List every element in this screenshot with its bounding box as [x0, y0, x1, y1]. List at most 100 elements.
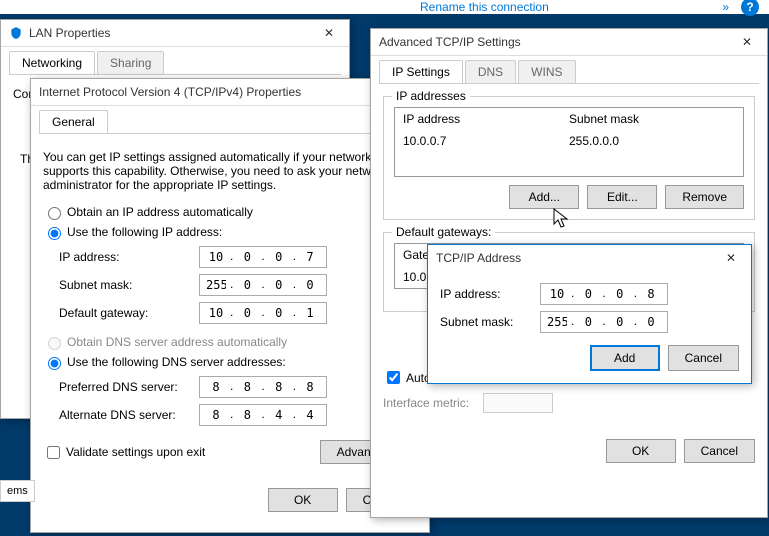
- ipv4-intro-text: You can get IP settings assigned automat…: [43, 150, 417, 192]
- gw-oct-3[interactable]: [267, 305, 291, 321]
- gateway-row: Default gateway: . . .: [59, 302, 417, 324]
- iface-metric-label: Interface metric:: [383, 396, 483, 410]
- subnet-row: Subnet mask: . . .: [59, 274, 417, 296]
- dlg-subnet-label: Subnet mask:: [440, 315, 540, 329]
- gateway-input[interactable]: . . .: [199, 302, 327, 324]
- tab-sharing[interactable]: Sharing: [97, 51, 164, 74]
- remove-button[interactable]: Remove: [665, 185, 744, 209]
- ad-oct-2[interactable]: [235, 407, 259, 423]
- alt-dns-input[interactable]: . . .: [199, 404, 327, 426]
- dlg-subnet-row: Subnet mask: . . .: [440, 311, 739, 333]
- radio-obtain-ip[interactable]: Obtain an IP address automatically: [43, 204, 417, 220]
- validate-checkbox[interactable]: [47, 446, 60, 459]
- dlg-title: TCP/IP Address: [436, 251, 719, 265]
- dlg-content: IP address: . . . Subnet mask: . . . Add…: [428, 271, 751, 377]
- ip-btn-row: Add... Edit... Remove: [394, 177, 744, 209]
- validate-label: Validate settings upon exit: [66, 445, 205, 459]
- row-ip: 10.0.0.7: [403, 134, 569, 148]
- dlg-titlebar: TCP/IP Address ✕: [428, 245, 751, 271]
- gateways-legend: Default gateways:: [392, 225, 495, 239]
- gw-oct-4[interactable]: [298, 305, 322, 321]
- radio-obtain-ip-input[interactable]: [48, 207, 61, 220]
- adv-button-row: OK Cancel: [371, 431, 767, 471]
- dsn-oct-4[interactable]: [639, 314, 663, 330]
- dlg-button-row: Add Cancel: [440, 339, 739, 371]
- ad-oct-4[interactable]: [298, 407, 322, 423]
- subnet-label: Subnet mask:: [59, 278, 199, 292]
- add-button[interactable]: Add: [590, 345, 660, 371]
- info-icon[interactable]: ?: [741, 0, 759, 16]
- dsn-oct-2[interactable]: [576, 314, 600, 330]
- dlg-ip-input[interactable]: . . .: [540, 283, 668, 305]
- tab-dns[interactable]: DNS: [465, 60, 516, 83]
- radio-use-ip[interactable]: Use the following IP address:: [43, 224, 417, 240]
- adv-tabbar: IP Settings DNS WINS: [379, 60, 759, 84]
- sn-oct-2[interactable]: [235, 277, 259, 293]
- ip-oct-4[interactable]: [298, 249, 322, 265]
- dlg-subnet-input[interactable]: . . .: [540, 311, 668, 333]
- sn-oct-1[interactable]: [204, 277, 228, 293]
- col-subnet: Subnet mask: [569, 112, 735, 126]
- ad-oct-1[interactable]: [204, 407, 228, 423]
- dip-oct-2[interactable]: [576, 286, 600, 302]
- dip-oct-3[interactable]: [608, 286, 632, 302]
- radio-obtain-dns-input: [48, 337, 61, 350]
- pd-oct-1[interactable]: [204, 379, 228, 395]
- pd-oct-3[interactable]: [267, 379, 291, 395]
- tab-networking[interactable]: Networking: [9, 51, 95, 74]
- close-icon[interactable]: ✕: [317, 26, 341, 40]
- ip-table: IP address Subnet mask 10.0.0.7 255.0.0.…: [394, 107, 744, 177]
- radio-use-dns-input[interactable]: [48, 357, 61, 370]
- ip-address-label: IP address:: [59, 250, 199, 264]
- lan-titlebar: LAN Properties ✕: [1, 20, 349, 47]
- subnet-input[interactable]: . . .: [199, 274, 327, 296]
- ip-oct-1[interactable]: [204, 249, 228, 265]
- validate-settings-row[interactable]: Validate settings upon exit Advanced...: [43, 440, 417, 464]
- add-button[interactable]: Add...: [509, 185, 579, 209]
- dip-oct-4[interactable]: [639, 286, 663, 302]
- dip-oct-1[interactable]: [545, 286, 569, 302]
- sn-oct-3[interactable]: [267, 277, 291, 293]
- tab-ip-settings[interactable]: IP Settings: [379, 60, 463, 83]
- close-icon[interactable]: ✕: [735, 35, 759, 49]
- radio-use-dns[interactable]: Use the following DNS server addresses:: [43, 354, 417, 370]
- gw-oct-1[interactable]: [204, 305, 228, 321]
- cancel-button[interactable]: Cancel: [684, 439, 755, 463]
- gw-oct-2[interactable]: [235, 305, 259, 321]
- rename-connection-link[interactable]: Rename this connection: [420, 0, 549, 14]
- ip-oct-2[interactable]: [235, 249, 259, 265]
- alt-dns-row: Alternate DNS server: . . .: [59, 404, 417, 426]
- pref-dns-input[interactable]: . . .: [199, 376, 327, 398]
- tab-wins[interactable]: WINS: [518, 60, 575, 83]
- shield-icon: [9, 26, 23, 40]
- radio-obtain-ip-label: Obtain an IP address automatically: [67, 205, 253, 219]
- ip-address-input[interactable]: . . .: [199, 246, 327, 268]
- ip-table-header: IP address Subnet mask: [395, 108, 743, 130]
- pd-oct-4[interactable]: [298, 379, 322, 395]
- sn-oct-4[interactable]: [298, 277, 322, 293]
- top-toolbar-fragment: Rename this connection » ?: [0, 0, 769, 14]
- radio-use-ip-label: Use the following IP address:: [67, 225, 222, 239]
- pd-oct-2[interactable]: [235, 379, 259, 395]
- radio-obtain-dns-label: Obtain DNS server address automatically: [67, 335, 287, 349]
- ok-button[interactable]: OK: [268, 488, 338, 512]
- radio-use-ip-input[interactable]: [48, 227, 61, 240]
- alt-dns-label: Alternate DNS server:: [59, 408, 199, 422]
- close-icon[interactable]: ✕: [719, 251, 743, 265]
- dsn-oct-1[interactable]: [545, 314, 569, 330]
- cancel-button[interactable]: Cancel: [668, 345, 739, 371]
- iface-metric-row: Interface metric:: [383, 393, 755, 413]
- edit-button[interactable]: Edit...: [587, 185, 657, 209]
- table-row[interactable]: 10.0.0.7 255.0.0.0: [395, 130, 743, 152]
- ad-oct-3[interactable]: [267, 407, 291, 423]
- ok-button[interactable]: OK: [606, 439, 676, 463]
- ipv4-title: Internet Protocol Version 4 (TCP/IPv4) P…: [39, 85, 421, 99]
- ip-addresses-legend: IP addresses: [392, 89, 470, 103]
- row-subnet: 255.0.0.0: [569, 134, 735, 148]
- ip-oct-3[interactable]: [267, 249, 291, 265]
- auto-metric-checkbox[interactable]: [387, 371, 400, 384]
- adv-title: Advanced TCP/IP Settings: [379, 35, 735, 49]
- dsn-oct-3[interactable]: [608, 314, 632, 330]
- tcpip-address-dialog: TCP/IP Address ✕ IP address: . . . Subne…: [427, 244, 752, 384]
- tab-general[interactable]: General: [39, 110, 108, 133]
